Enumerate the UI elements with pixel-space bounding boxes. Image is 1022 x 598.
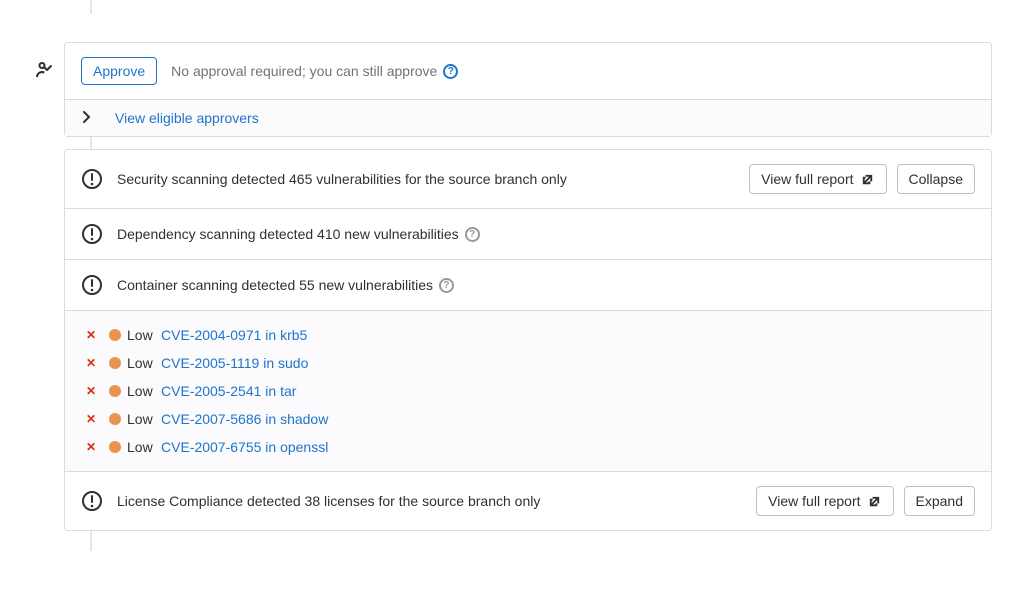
warning-icon	[81, 168, 103, 190]
warning-icon	[81, 490, 103, 512]
warning-icon	[81, 274, 103, 296]
dismiss-icon[interactable]: ✕	[81, 328, 101, 342]
severity-dot	[109, 357, 121, 369]
approval-status-icon	[31, 60, 55, 83]
dependency-help-icon[interactable]: ?	[465, 227, 480, 242]
vulnerability-row: ✕ LowCVE-2007-5686 in shadow	[81, 405, 975, 433]
severity-label: Low	[127, 411, 161, 427]
approval-note-text: No approval required; you can still appr…	[171, 63, 437, 79]
dependency-summary-text: Dependency scanning detected 410 new vul…	[117, 226, 459, 242]
chevron-right-icon[interactable]	[81, 111, 95, 125]
approve-button[interactable]: Approve	[81, 57, 157, 85]
collapse-button[interactable]: Collapse	[897, 164, 975, 194]
vulnerability-link[interactable]: CVE-2005-2541 in tar	[161, 383, 296, 399]
approval-help-icon[interactable]: ?	[443, 64, 458, 79]
vulnerability-row: ✕ LowCVE-2007-6755 in openssl	[81, 433, 975, 461]
vulnerability-row: ✕ LowCVE-2005-2541 in tar	[81, 377, 975, 405]
severity-dot	[109, 385, 121, 397]
container-summary-text: Container scanning detected 55 new vulne…	[117, 277, 433, 293]
vulnerability-list: ✕LowCVE-2004-0971 in krb5✕LowCVE-2005-11…	[65, 310, 991, 471]
security-summary-text: Security scanning detected 465 vulnerabi…	[117, 171, 749, 187]
view-full-report-button[interactable]: View full report	[749, 164, 886, 194]
severity-label: Low	[127, 327, 161, 343]
license-summary-text: License Compliance detected 38 licenses …	[117, 493, 756, 509]
view-full-report-button[interactable]: View full report	[756, 486, 893, 516]
vulnerability-row: ✕ LowCVE-2005-1119 in sudo	[81, 349, 975, 377]
severity-label: Low	[127, 355, 161, 371]
dismiss-icon[interactable]: ✕	[81, 412, 101, 426]
severity-label: Low	[127, 383, 161, 399]
vulnerability-link[interactable]: CVE-2005-1119 in sudo	[161, 355, 308, 371]
severity-dot	[109, 441, 121, 453]
expand-button[interactable]: Expand	[904, 486, 975, 516]
vulnerability-link[interactable]: CVE-2004-0971 in krb5	[161, 327, 307, 343]
view-eligible-approvers-link[interactable]: View eligible approvers	[115, 110, 259, 126]
dismiss-icon[interactable]: ✕	[81, 356, 101, 370]
external-link-icon	[860, 172, 875, 187]
vulnerability-link[interactable]: CVE-2007-6755 in openssl	[161, 439, 328, 455]
warning-icon	[81, 223, 103, 245]
dismiss-icon[interactable]: ✕	[81, 440, 101, 454]
severity-dot	[109, 413, 121, 425]
severity-dot	[109, 329, 121, 341]
external-link-icon	[867, 494, 882, 509]
severity-label: Low	[127, 439, 161, 455]
vulnerability-row: ✕ LowCVE-2004-0971 in krb5	[81, 321, 975, 349]
container-help-icon[interactable]: ?	[439, 278, 454, 293]
vulnerability-link[interactable]: CVE-2007-5686 in shadow	[161, 411, 328, 427]
dismiss-icon[interactable]: ✕	[81, 384, 101, 398]
